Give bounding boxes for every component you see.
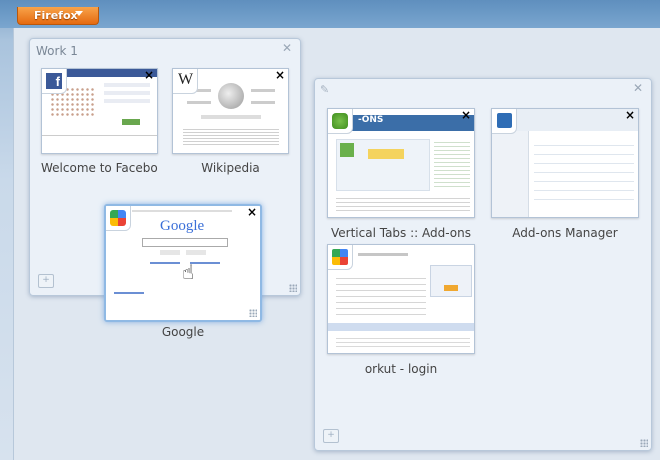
tab-close-icon[interactable]: × bbox=[247, 206, 257, 218]
tab-google-dragging[interactable]: Google × ☝ bbox=[104, 204, 262, 322]
window-titlebar: Firefox bbox=[0, 0, 660, 28]
tab-close-icon[interactable]: × bbox=[275, 69, 285, 81]
tab-wikipedia[interactable]: W × bbox=[172, 68, 289, 154]
new-tab-icon[interactable]: + bbox=[323, 429, 339, 443]
favicon-container bbox=[492, 109, 517, 134]
close-icon[interactable]: ✕ bbox=[282, 41, 292, 55]
favicon-container bbox=[328, 109, 353, 134]
tab-label: Wikipedia bbox=[201, 161, 260, 175]
tab-close-icon[interactable]: × bbox=[625, 109, 635, 121]
favicon-container: W bbox=[173, 69, 198, 94]
tab-close-icon[interactable]: × bbox=[461, 109, 471, 121]
resize-handle-icon[interactable] bbox=[289, 284, 297, 292]
tab-label: Add-ons Manager bbox=[512, 226, 618, 240]
new-tab-icon[interactable]: + bbox=[38, 274, 54, 288]
tab-label: Welcome to Faceboo bbox=[41, 161, 158, 175]
resize-handle-icon[interactable] bbox=[640, 439, 648, 447]
favicon-container: f bbox=[42, 69, 67, 94]
tab-label: Vertical Tabs :: Add-ons bbox=[331, 226, 471, 240]
tab-addons-manager[interactable]: × bbox=[491, 108, 639, 218]
resize-handle-icon[interactable] bbox=[249, 309, 257, 317]
google-logo: Google bbox=[160, 218, 205, 234]
close-icon[interactable]: ✕ bbox=[633, 81, 643, 95]
tab-label: orkut - login bbox=[364, 362, 438, 376]
tab-orkut-login[interactable] bbox=[327, 244, 475, 354]
facebook-icon: f bbox=[46, 73, 62, 89]
tab-close-icon[interactable]: × bbox=[144, 69, 154, 81]
orkut-icon bbox=[332, 249, 348, 265]
google-icon bbox=[110, 210, 126, 226]
wikipedia-icon: W bbox=[178, 71, 194, 88]
chevron-down-icon bbox=[75, 11, 83, 16]
favicon-container bbox=[328, 245, 353, 270]
tab-vertical-tabs-addons[interactable]: -ONS × bbox=[327, 108, 475, 218]
tab-group-2[interactable]: ✎ ✕ -ONS × Vertical Tabs :: Add-ons × Ad… bbox=[314, 78, 652, 451]
hand-cursor-icon: ☝ bbox=[182, 260, 195, 284]
group-title[interactable]: Work 1 bbox=[36, 44, 78, 58]
tab-facebook[interactable]: f × bbox=[41, 68, 158, 154]
pencil-icon[interactable]: ✎ bbox=[320, 83, 332, 96]
addons-icon bbox=[332, 113, 348, 129]
addons-banner-text: -ONS bbox=[358, 115, 384, 125]
firefox-menu-label: Firefox bbox=[34, 9, 78, 22]
firefox-menu-button[interactable]: Firefox bbox=[17, 7, 99, 25]
favicon-container bbox=[106, 206, 131, 231]
tab-label: Google bbox=[161, 325, 205, 339]
puzzle-icon bbox=[497, 113, 512, 128]
